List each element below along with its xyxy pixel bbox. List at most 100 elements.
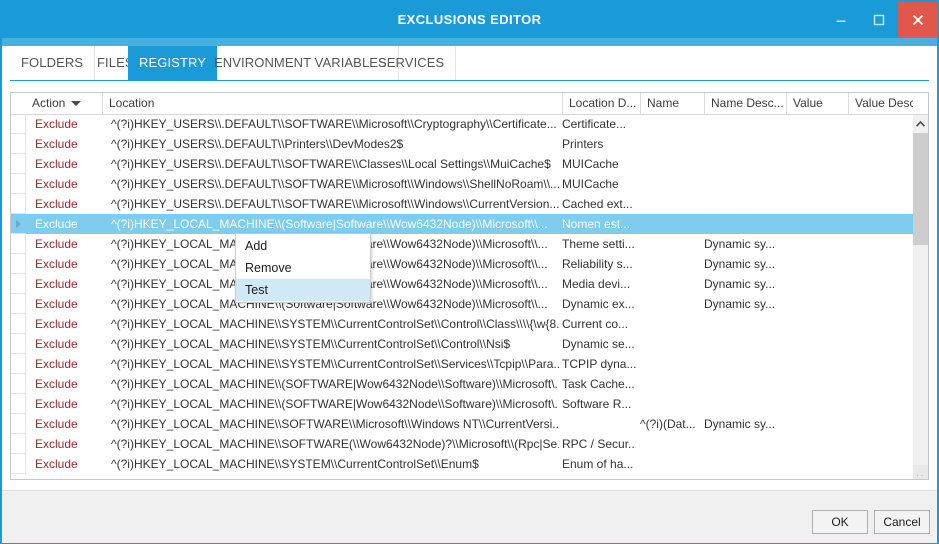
cell-name-desc[interactable] <box>704 114 782 134</box>
cell-value-desc[interactable] <box>848 354 913 374</box>
cell-value-desc[interactable] <box>848 114 913 134</box>
cell-name[interactable] <box>640 434 704 454</box>
cancel-button[interactable]: Cancel <box>874 510 930 534</box>
cell-value[interactable] <box>786 134 846 154</box>
cell-value-desc[interactable] <box>848 194 913 214</box>
context-menu-item-remove[interactable]: Remove <box>236 257 370 279</box>
cell-location-desc[interactable]: Dynamic se... <box>562 334 636 354</box>
cell-value-desc[interactable] <box>848 254 913 274</box>
close-button[interactable] <box>898 2 937 38</box>
cell-name-desc[interactable]: Dynamic sy... <box>704 274 782 294</box>
cell-name-desc[interactable]: Dynamic sy... <box>704 294 782 314</box>
cell-value[interactable] <box>786 354 846 374</box>
cell-name-desc[interactable] <box>704 174 782 194</box>
cell-name[interactable] <box>640 274 704 294</box>
row-header-cell[interactable] <box>11 354 26 374</box>
cell-location[interactable]: ^(?i)HKEY_USERS\\.DEFAULT\\SOFTWARE\\Mic… <box>111 174 559 194</box>
resize-grip[interactable]: ·· <box>913 465 928 480</box>
cell-name[interactable] <box>640 294 704 314</box>
cell-value[interactable] <box>786 154 846 174</box>
cell-location-desc[interactable]: Reliability s... <box>562 254 636 274</box>
column-header-action[interactable]: Action <box>26 93 102 114</box>
table-row[interactable]: Exclude^(?i)HKEY_LOCAL_MACHINE\\(Softwar… <box>11 294 913 314</box>
cell-location-desc[interactable]: MUICache <box>562 174 636 194</box>
row-header-cell[interactable] <box>11 114 26 134</box>
cell-value-desc[interactable] <box>848 134 913 154</box>
table-row[interactable]: Exclude^(?i)HKEY_LOCAL_MACHINE\\(Softwar… <box>11 254 913 274</box>
row-header-cell[interactable] <box>11 294 26 314</box>
minimize-button[interactable] <box>822 2 860 38</box>
table-row[interactable]: Exclude^(?i)HKEY_LOCAL_MACHINE\\(Softwar… <box>11 234 913 254</box>
column-header-value[interactable]: Value <box>786 93 848 114</box>
cell-value[interactable] <box>786 394 846 414</box>
table-row[interactable]: Exclude^(?i)HKEY_USERS\\.DEFAULT\\Printe… <box>11 134 913 154</box>
row-header-cell[interactable] <box>11 394 26 414</box>
cell-name-desc[interactable] <box>704 374 782 394</box>
table-row[interactable]: Exclude^(?i)HKEY_USERS\\.DEFAULT\\SOFTWA… <box>11 154 913 174</box>
table-row[interactable]: Exclude^(?i)HKEY_LOCAL_MACHINE\\(SOFTWAR… <box>11 374 913 394</box>
cell-location-desc[interactable]: Certificate... <box>562 114 636 134</box>
cell-value[interactable] <box>786 334 846 354</box>
cell-name[interactable]: ^(?i)(Dat... <box>640 414 704 434</box>
context-menu-item-add[interactable]: Add <box>236 235 370 257</box>
cell-value-desc[interactable] <box>848 174 913 194</box>
cell-action[interactable]: Exclude <box>35 234 107 254</box>
cell-name[interactable] <box>640 394 704 414</box>
cell-action[interactable]: Exclude <box>35 294 107 314</box>
grid-vertical-scrollbar[interactable]: ·· <box>913 115 928 480</box>
cell-value-desc[interactable] <box>848 214 913 234</box>
cell-location[interactable]: ^(?i)HKEY_LOCAL_MACHINE\\SYSTEM\\Current… <box>111 314 559 334</box>
table-row[interactable]: Exclude^(?i)HKEY_LOCAL_MACHINE\\(Softwar… <box>11 214 913 234</box>
cell-location-desc[interactable]: Dynamic ex... <box>562 294 636 314</box>
table-row[interactable]: Exclude^(?i)HKEY_LOCAL_MACHINE\\SOFTWARE… <box>11 434 913 454</box>
cell-value[interactable] <box>786 274 846 294</box>
column-header-name[interactable]: Name <box>640 93 704 114</box>
cell-value[interactable] <box>786 234 846 254</box>
cell-value[interactable] <box>786 174 846 194</box>
row-header-cell[interactable] <box>11 374 26 394</box>
cell-name-desc[interactable] <box>704 134 782 154</box>
cell-value-desc[interactable] <box>848 434 913 454</box>
cell-location-desc[interactable]: Current co... <box>562 314 636 334</box>
cell-name[interactable] <box>640 254 704 274</box>
table-row[interactable]: Exclude^(?i)HKEY_USERS\\.DEFAULT\\SOFTWA… <box>11 114 913 134</box>
cell-action[interactable]: Exclude <box>35 354 107 374</box>
cell-action[interactable]: Exclude <box>35 274 107 294</box>
cell-value[interactable] <box>786 414 846 434</box>
row-header-cell[interactable] <box>11 234 26 254</box>
row-header-cell[interactable] <box>11 434 26 454</box>
table-row[interactable]: Exclude^(?i)HKEY_LOCAL_MACHINE\\SYSTEM\\… <box>11 314 913 334</box>
cell-location[interactable]: ^(?i)HKEY_LOCAL_MACHINE\\SYSTEM\\Current… <box>111 454 559 474</box>
cell-name[interactable] <box>640 334 704 354</box>
cell-location[interactable]: ^(?i)HKEY_USERS\\.DEFAULT\\SOFTWARE\\Mic… <box>111 194 559 214</box>
cell-name[interactable] <box>640 174 704 194</box>
cell-name[interactable] <box>640 454 704 474</box>
cell-location-desc[interactable]: Enum of ha... <box>562 454 636 474</box>
cell-value[interactable] <box>786 454 846 474</box>
cell-name-desc[interactable] <box>704 194 782 214</box>
column-header-location-desc[interactable]: Location D... <box>562 93 640 114</box>
cell-value-desc[interactable] <box>848 374 913 394</box>
cell-value-desc[interactable] <box>848 334 913 354</box>
cell-location-desc[interactable]: Task Cache... <box>562 374 636 394</box>
cell-name[interactable] <box>640 354 704 374</box>
cell-name[interactable] <box>640 374 704 394</box>
ok-button[interactable]: OK <box>812 510 868 534</box>
cell-action[interactable]: Exclude <box>35 454 107 474</box>
cell-name-desc[interactable] <box>704 354 782 374</box>
cell-location-desc[interactable]: Software R... <box>562 394 636 414</box>
table-row[interactable]: Exclude^(?i)HKEY_USERS\\.DEFAULT\\SOFTWA… <box>11 194 913 214</box>
table-row[interactable]: Exclude^(?i)HKEY_LOCAL_MACHINE\\SYSTEM\\… <box>11 454 913 474</box>
row-header-cell[interactable] <box>11 174 26 194</box>
scroll-up-button[interactable] <box>913 115 928 133</box>
cell-value-desc[interactable] <box>848 154 913 174</box>
cell-name-desc[interactable] <box>704 314 782 334</box>
cell-value[interactable] <box>786 194 846 214</box>
cell-value-desc[interactable] <box>848 314 913 334</box>
cell-name[interactable] <box>640 114 704 134</box>
cell-action[interactable]: Exclude <box>35 334 107 354</box>
row-header-cell[interactable] <box>11 154 26 174</box>
cell-action[interactable]: Exclude <box>35 314 107 334</box>
context-menu-item-test[interactable]: Test <box>236 279 370 301</box>
row-header-cell[interactable] <box>11 414 26 434</box>
